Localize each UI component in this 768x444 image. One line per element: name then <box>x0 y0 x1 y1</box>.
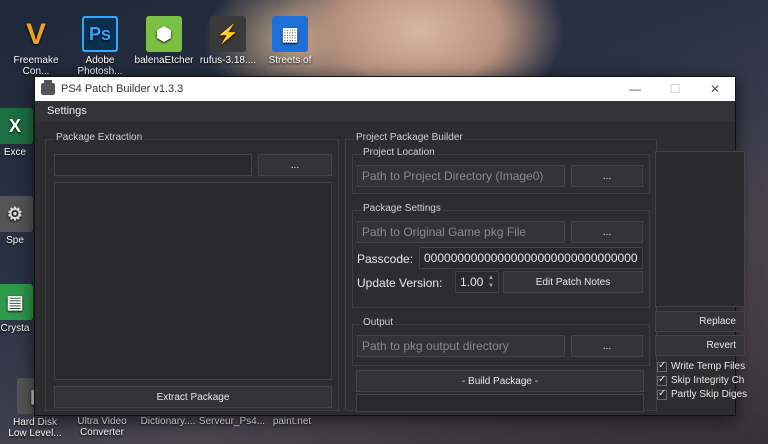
desktop-icon-label: Low Level... <box>8 428 62 439</box>
skip-integrity-check-label: Skip Integrity Ch <box>671 375 745 386</box>
extraction-browse-button[interactable]: ... <box>258 154 332 176</box>
crystaldisk-icon: ▤ <box>0 284 33 320</box>
menu-settings[interactable]: Settings <box>47 105 87 117</box>
skip-integrity-check-checkbox[interactable]: Skip Integrity Ch <box>657 374 745 386</box>
passcode-label: Passcode: <box>357 252 414 266</box>
window-body: Package Extraction ... Extract Package P… <box>35 121 747 415</box>
original-game-pkg-input[interactable]: Path to Original Game pkg File <box>357 221 565 243</box>
original-pkg-browse-button[interactable]: ... <box>571 221 643 243</box>
extraction-file-list[interactable] <box>54 182 332 380</box>
desktop-icon-label: Converter <box>80 427 124 438</box>
update-version-label: Update Version: <box>357 276 443 290</box>
partly-skip-digest-label: Partly Skip Diges <box>671 389 748 400</box>
package-settings-title: Package Settings <box>361 203 443 214</box>
output-group: Output Path to pkg output directory ... <box>352 317 650 366</box>
desktop-icon-balenaetcher[interactable]: ⬢ balenaEtcher <box>128 16 200 66</box>
title-bar: PS4 Patch Builder v1.3.3 — ☐ ✕ <box>35 77 735 101</box>
write-temp-files-label: Write Temp Files <box>671 361 746 372</box>
update-version-value: 1.00 <box>460 275 484 289</box>
desktop-icon-label: Freemake <box>13 55 59 66</box>
desktop-icon-label: paint.net <box>272 416 312 427</box>
balenaetcher-icon: ⬢ <box>146 16 182 52</box>
desktop-icon-streets-of-rogue[interactable]: ▦ Streets of <box>254 16 326 66</box>
excel-icon: X <box>0 108 33 144</box>
close-button[interactable]: ✕ <box>695 77 735 101</box>
project-directory-input[interactable]: Path to Project Directory (Image0) <box>357 165 565 187</box>
output-title: Output <box>361 317 396 328</box>
partly-skip-digest-checkbox[interactable]: Partly Skip Diges <box>657 388 748 400</box>
desktop-icon-label: Dictionary.... <box>140 416 196 427</box>
streets-of-rogue-icon: ▦ <box>272 16 308 52</box>
desktop-icon-label: Adobe <box>85 55 115 66</box>
freemake-icon: V <box>25 17 46 51</box>
photoshop-icon: Ps <box>82 16 118 52</box>
replace-button-label: Replace <box>699 316 736 327</box>
passcode-input[interactable]: 00000000000000000000000000000000 <box>419 247 643 269</box>
desktop-icon-freemake[interactable]: V Freemake Con... <box>0 16 72 77</box>
preview-panel <box>655 151 745 307</box>
update-version-spinner[interactable]: 1.00 ▲ ▼ <box>455 271 499 293</box>
package-extraction-group: Package Extraction ... Extract Package <box>45 132 339 411</box>
checkbox-checked-icon <box>657 388 667 400</box>
project-package-builder-title: Project Package Builder <box>354 132 465 143</box>
spinner-arrows-icon[interactable]: ▲ ▼ <box>486 274 496 290</box>
maximize-button[interactable]: ☐ <box>655 77 695 101</box>
pkg-output-directory-input[interactable]: Path to pkg output directory <box>357 335 565 357</box>
write-temp-files-checkbox[interactable]: Write Temp Files <box>657 360 746 372</box>
revert-button-label: Revert <box>706 340 736 351</box>
desktop-icon-ultra-video[interactable]: Ultra Video Converter <box>66 416 138 438</box>
desktop-icon-label: Hard Disk <box>13 417 57 428</box>
project-location-title: Project Location <box>361 147 437 158</box>
package-settings-group: Package Settings Path to Original Game p… <box>352 203 650 308</box>
window-title: PS4 Patch Builder v1.3.3 <box>61 83 184 95</box>
project-package-builder-group: Project Package Builder Project Location… <box>345 132 657 412</box>
output-browse-button[interactable]: ... <box>571 335 643 357</box>
rufus-icon: ⚡ <box>210 16 246 52</box>
build-status-bar <box>356 394 644 412</box>
build-package-button[interactable]: - Build Package - <box>356 370 644 392</box>
speccy-icon: ⚙ <box>0 196 33 232</box>
ps4-patch-builder-window: PS4 Patch Builder v1.3.3 — ☐ ✕ Settings … <box>34 76 747 416</box>
desktop-icon-paint-net[interactable]: paint.net <box>256 416 328 427</box>
desktop-icon-dictionary[interactable]: Dictionary.... <box>132 416 204 427</box>
revert-button[interactable]: Revert <box>655 335 745 356</box>
extraction-path-input[interactable] <box>54 154 252 176</box>
desktop-icon-label: Ultra Video <box>77 416 127 427</box>
extract-package-button[interactable]: Extract Package <box>54 386 332 408</box>
project-location-browse-button[interactable]: ... <box>571 165 643 187</box>
replace-button[interactable]: Replace <box>655 311 745 332</box>
checkbox-checked-icon <box>657 360 667 372</box>
edit-patch-notes-button[interactable]: Edit Patch Notes <box>503 271 643 293</box>
checkbox-checked-icon <box>657 374 667 386</box>
package-extraction-title: Package Extraction <box>54 132 145 143</box>
desktop-icon-photoshop[interactable]: Ps Adobe Photosh... <box>64 16 136 77</box>
minimize-button[interactable]: — <box>615 77 655 101</box>
menu-bar: Settings <box>35 101 735 121</box>
desktop-icon-label: Streets of <box>268 55 312 66</box>
desktop-icon-label: balenaEtcher <box>134 55 194 66</box>
project-location-group: Project Location Path to Project Directo… <box>352 147 650 194</box>
app-icon <box>41 80 55 95</box>
